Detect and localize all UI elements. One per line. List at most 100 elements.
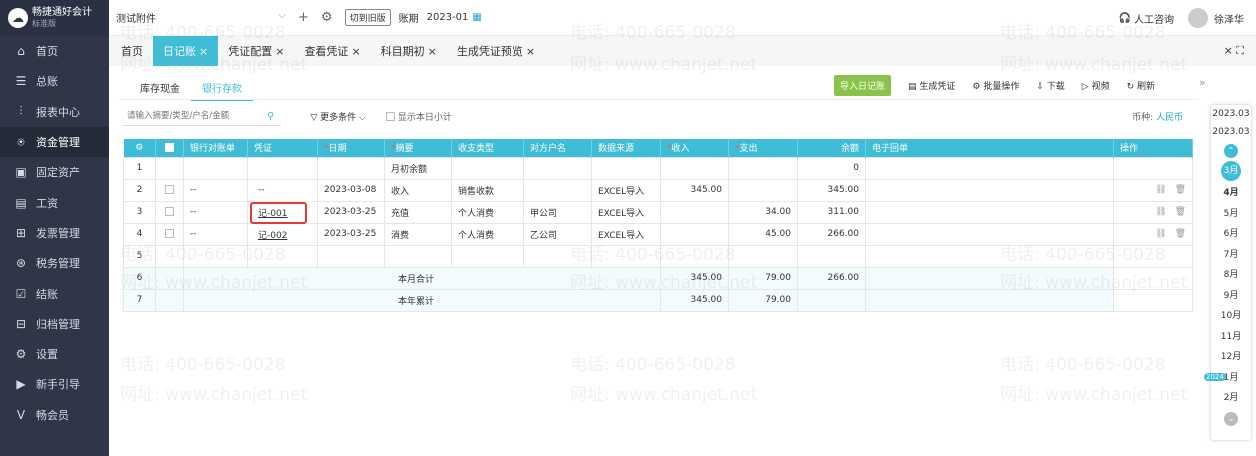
tab[interactable]: 生成凭证预览 × — [447, 36, 545, 66]
search-input[interactable] — [123, 106, 281, 126]
delete-icon[interactable]: 🗑 — [1175, 229, 1186, 239]
link-icon[interactable]: ⛓ — [1155, 229, 1166, 239]
sidebar-item[interactable]: ⊞ 发票管理 — [0, 218, 109, 248]
sidebar-item-label: 固定资产 — [36, 166, 80, 180]
add-icon[interactable]: + — [298, 10, 309, 25]
sidebar-item[interactable]: ☰ 总账 — [0, 66, 109, 96]
tab[interactable]: 科目期初 × — [371, 36, 447, 66]
row-number: 2 — [123, 178, 156, 202]
show-daily-subtotal-checkbox[interactable]: 显示本日小计 — [385, 110, 452, 123]
switch-old-version-button[interactable]: 切到旧版 — [344, 9, 391, 26]
delete-icon[interactable]: 🗑 — [1175, 207, 1186, 217]
settings-column-icon[interactable]: ⚙ — [123, 139, 156, 157]
row-number: 6 — [123, 266, 156, 290]
currency-select[interactable]: 币种: 人民币 — [1132, 110, 1183, 123]
period-value[interactable]: 2023-01 — [427, 12, 469, 23]
row-checkbox[interactable] — [165, 229, 174, 238]
sidebar-item[interactable]: ⊟ 归档管理 — [0, 309, 109, 339]
close-icon[interactable]: × — [199, 45, 208, 58]
month-item[interactable]: 5月 — [1211, 204, 1251, 225]
tab[interactable]: 凭证配置 × — [218, 36, 294, 66]
scroll-down-icon[interactable]: ⌄ — [1224, 411, 1238, 426]
cell-income — [660, 244, 729, 268]
row-checkbox-cell — [155, 244, 184, 268]
close-icon[interactable]: × — [351, 45, 360, 58]
cell-bank: -- — [183, 222, 248, 246]
cell-voucher-value[interactable]: 记-002 — [258, 231, 287, 241]
import-journal-button[interactable]: 导入日记账 — [834, 75, 892, 96]
collapse-panel-icon[interactable]: » — [1199, 76, 1206, 89]
avatar[interactable] — [1188, 8, 1208, 28]
month-item[interactable]: 2月 — [1211, 388, 1251, 409]
sidebar-item-label: 报表中心 — [36, 105, 80, 119]
month-item[interactable]: 3月 — [1221, 161, 1241, 181]
cell-voucher[interactable]: -- — [247, 178, 318, 202]
subtab-bank[interactable]: 银行存款 — [191, 76, 253, 101]
generate-voucher-button[interactable]: ▤ 生成凭证 — [908, 79, 955, 92]
close-icon[interactable]: × — [526, 45, 535, 58]
delete-icon[interactable]: 🗑 — [1175, 185, 1186, 195]
month-item[interactable]: 9月 — [1211, 286, 1251, 307]
tax-icon: ⊛ — [15, 256, 27, 271]
headset-icon[interactable]: 🎧 — [1119, 13, 1131, 24]
refresh-button[interactable]: ↻ 刷新 — [1127, 79, 1155, 92]
row-checkbox[interactable] — [165, 207, 174, 216]
cell-type: 个人消费 — [451, 222, 524, 246]
account-select[interactable]: 测试附件 ⌵ — [116, 10, 286, 25]
username[interactable]: 徐泽华 — [1214, 11, 1244, 26]
month-item[interactable]: 12月 — [1211, 347, 1251, 368]
sidebar-item[interactable]: ▤ 工资 — [0, 187, 109, 217]
cell-counter-value: 乙公司 — [530, 230, 558, 241]
filter-bar: ⚲ ▽ 更多条件 ⌵ 显示本日小计 币种: 人民币 — [123, 106, 1193, 126]
download-button[interactable]: ⇩ 下载 — [1036, 79, 1064, 92]
tab[interactable]: 查看凭证 × — [294, 36, 370, 66]
sidebar-item[interactable]: ⊛ 税务管理 — [0, 248, 109, 278]
video-button[interactable]: ▷ 视频 — [1082, 79, 1110, 92]
sidebar-item[interactable]: ⌂ 首页 — [0, 36, 109, 66]
sidebar-item[interactable]: V 畅会员 — [0, 400, 109, 430]
cell-voucher[interactable]: 记-002 — [247, 222, 318, 246]
gear-icon[interactable]: ⚙ — [321, 10, 333, 25]
tab-label: 科目期初 — [380, 45, 425, 58]
select-all-checkbox[interactable] — [155, 139, 184, 157]
cell-type: 个人消费 — [451, 200, 524, 224]
sidebar-item[interactable]: ⫶ 报表中心 — [0, 97, 109, 127]
month-item[interactable]: 8月 — [1211, 265, 1251, 286]
cell-counter: 乙公司 — [523, 222, 592, 246]
month-panel: 2023.03 2023.03 ⌃ 3月 4月 5月 6月 7月 8月 9月 10月 11月 12… — [1204, 104, 1252, 441]
cell-bank: -- — [183, 178, 248, 202]
more-conditions-dropdown[interactable]: ▽ 更多条件 ⌵ — [310, 110, 366, 123]
calendar-icon[interactable]: ▦ — [472, 12, 481, 23]
month-item[interactable]: 6月 — [1211, 224, 1251, 245]
sidebar-item[interactable]: ⚙ 设置 — [0, 339, 109, 369]
tab[interactable]: 日记账 × — [153, 36, 219, 66]
window-controls[interactable]: × ⛶ — [1224, 44, 1244, 58]
row-checkbox[interactable] — [165, 185, 174, 194]
sidebar-item[interactable]: ☑ 结账 — [0, 278, 109, 308]
cell-voucher-value[interactable]: -- — [258, 185, 265, 195]
month-item[interactable]: 11月 — [1211, 327, 1251, 348]
total-income: 345.00 — [660, 266, 729, 290]
cell-voucher[interactable] — [247, 156, 318, 180]
cell-voucher[interactable] — [247, 244, 318, 268]
subtab-cash[interactable]: 库存现金 — [129, 76, 191, 101]
batch-operation-button[interactable]: ⚙ 批量操作 — [972, 79, 1019, 92]
link-icon[interactable]: ⛓ — [1155, 207, 1166, 217]
sidebar-item[interactable]: ▣ 固定资产 — [0, 157, 109, 187]
app-window: ☁ 畅捷通好会计 标准版 ⌂ 首页 ☰ 总账 ⫶ 报表中心 ⍟ 资金管理 ▣ 固定资产 ▤ 工资 ⊞ 发票… — [0, 0, 1256, 456]
sidebar-item[interactable]: ⍟ 资金管理 — [0, 126, 109, 158]
tab[interactable]: 首页 — [111, 36, 153, 66]
close-icon[interactable]: × — [275, 45, 284, 58]
scroll-up-icon[interactable]: ⌃ — [1224, 144, 1238, 158]
cell-date — [317, 244, 385, 268]
support-link[interactable]: 人工咨询 — [1134, 11, 1174, 26]
search-icon[interactable]: ⚲ — [267, 111, 274, 122]
month-item[interactable]: 10月 — [1211, 306, 1251, 327]
cell-source — [591, 156, 661, 180]
sidebar-item[interactable]: ▶ 新手引导 — [0, 369, 109, 399]
link-icon[interactable]: ⛓ — [1155, 185, 1166, 195]
close-icon[interactable]: × — [428, 45, 437, 58]
money-bag-icon: ⍟ — [17, 134, 25, 149]
month-item[interactable]: 7月 — [1211, 245, 1251, 266]
month-item[interactable]: 4月 — [1211, 183, 1251, 204]
